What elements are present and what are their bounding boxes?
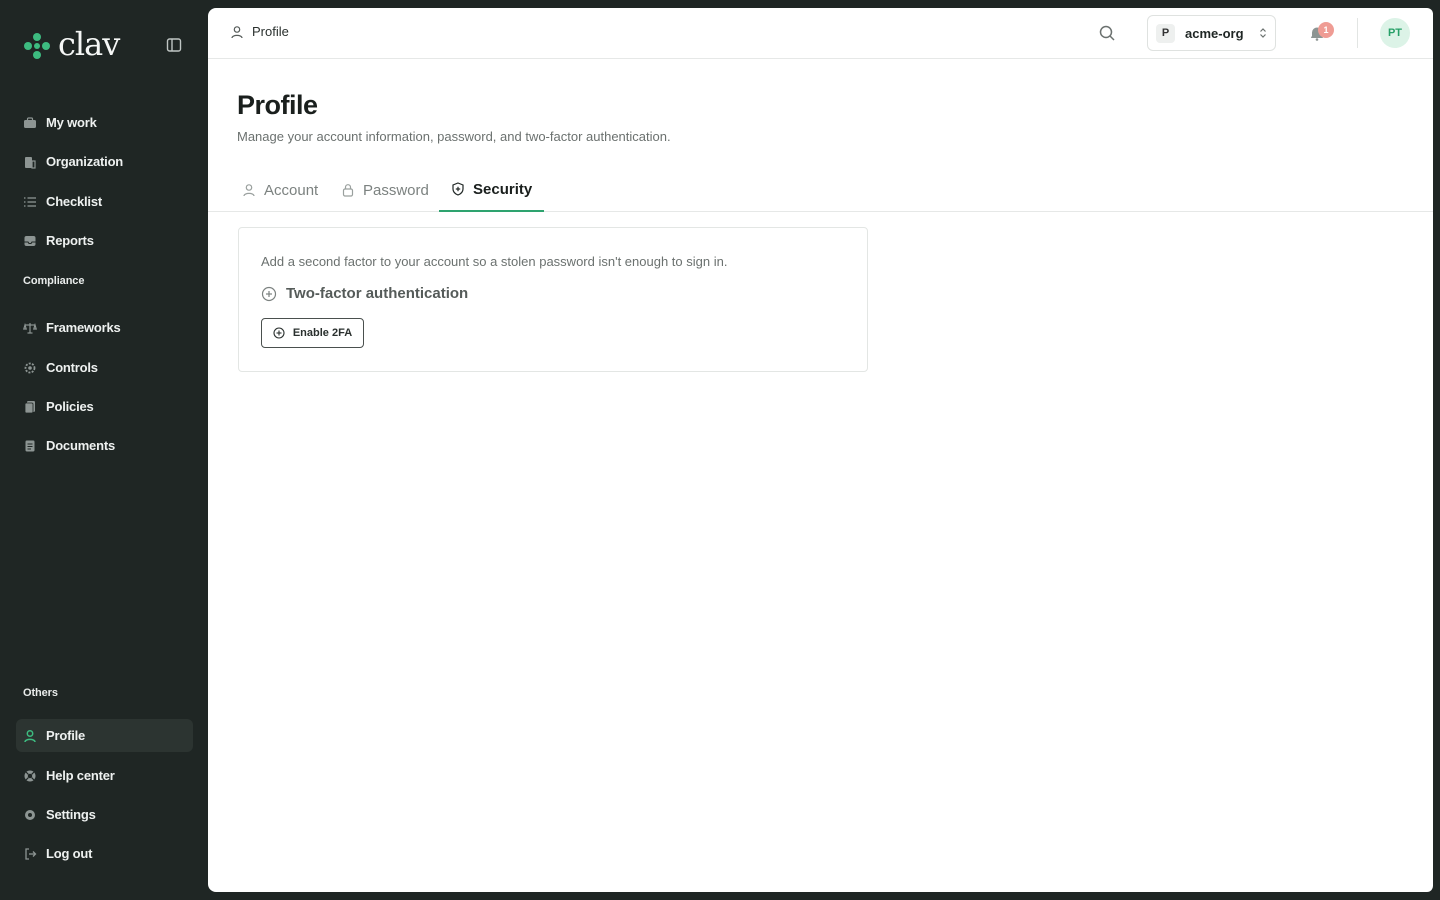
top-bar: Profile P acme-org 1 PT	[208, 8, 1433, 59]
tab-label: Account	[264, 181, 319, 199]
logout-icon	[23, 847, 37, 861]
org-switcher[interactable]: P acme-org	[1147, 15, 1276, 51]
two-factor-heading-label: Two-factor authentication	[286, 285, 469, 302]
sidebar-item-log-out[interactable]: Log out	[16, 837, 193, 870]
sidebar-item-help-center[interactable]: Help center	[16, 759, 193, 792]
files-icon	[23, 400, 37, 414]
sidebar-item-documents[interactable]: Documents	[16, 429, 193, 462]
user-icon	[23, 729, 37, 743]
enable-2fa-button[interactable]: Enable 2FA	[261, 318, 364, 348]
notification-count-badge: 1	[1318, 22, 1334, 38]
chevron-up-down-icon	[1260, 28, 1266, 38]
brand-name: clav	[58, 25, 120, 63]
sidebar-item-profile[interactable]: Profile	[16, 719, 193, 752]
briefcase-icon	[23, 116, 37, 130]
sidebar: clav My work Organization Checklist Repo…	[0, 0, 208, 900]
shield-plus-icon	[261, 286, 277, 302]
tab-label: Password	[363, 181, 429, 199]
breadcrumb-label: Profile	[252, 24, 289, 39]
breadcrumb[interactable]: Profile	[230, 24, 289, 39]
section-label-others: Others	[23, 687, 58, 699]
sidebar-item-settings[interactable]: Settings	[16, 798, 193, 831]
sidebar-item-label: Documents	[46, 438, 115, 453]
inbox-icon	[23, 234, 37, 248]
tab-security[interactable]: Security	[439, 168, 545, 212]
tab-account[interactable]: Account	[230, 168, 330, 212]
tab-label: Security	[473, 180, 533, 198]
sidebar-item-label: Settings	[46, 807, 96, 822]
sidebar-item-policies[interactable]: Policies	[16, 390, 193, 423]
sidebar-item-organization[interactable]: Organization	[16, 145, 193, 178]
sidebar-collapse-icon[interactable]	[165, 36, 183, 54]
cog-icon	[23, 361, 37, 375]
sidebar-item-controls[interactable]: Controls	[16, 351, 193, 384]
logo-mark-icon	[24, 33, 50, 59]
tab-password[interactable]: Password	[329, 168, 441, 212]
avatar[interactable]: PT	[1380, 18, 1410, 48]
search-icon[interactable]	[1098, 24, 1116, 42]
divider	[1357, 18, 1358, 48]
user-icon	[242, 183, 256, 197]
sidebar-item-frameworks[interactable]: Frameworks	[16, 311, 193, 344]
main-panel: Profile P acme-org 1 PT Profile Manage y…	[208, 8, 1433, 892]
user-icon	[231, 25, 243, 38]
two-factor-heading: Two-factor authentication	[261, 285, 468, 302]
page-subtitle: Manage your account information, passwor…	[237, 129, 671, 144]
document-icon	[23, 439, 37, 453]
sidebar-item-checklist[interactable]: Checklist	[16, 185, 193, 218]
sidebar-item-label: Controls	[46, 360, 98, 375]
plus-circle-icon	[273, 327, 285, 339]
sidebar-item-label: Profile	[46, 728, 86, 743]
sidebar-item-label: My work	[46, 115, 97, 130]
brand-logo[interactable]: clav	[22, 25, 120, 64]
org-badge: P	[1156, 23, 1175, 43]
list-icon	[23, 195, 37, 209]
org-name: acme-org	[1185, 25, 1244, 41]
profile-tabs: Account Password Security	[208, 168, 1433, 212]
sidebar-item-label: Help center	[46, 768, 115, 783]
scale-icon	[23, 321, 37, 335]
two-factor-description: Add a second factor to your account so a…	[261, 254, 728, 269]
shield-plus-icon	[451, 182, 465, 196]
lifebuoy-icon	[23, 769, 37, 783]
building-icon	[23, 155, 37, 169]
gear-icon	[23, 808, 37, 822]
two-factor-card: Add a second factor to your account so a…	[238, 227, 868, 372]
sidebar-item-label: Checklist	[46, 194, 103, 209]
sidebar-item-reports[interactable]: Reports	[16, 224, 193, 257]
lock-icon	[341, 183, 355, 197]
sidebar-item-label: Organization	[46, 154, 124, 169]
sidebar-item-label: Reports	[46, 233, 94, 248]
enable-2fa-label: Enable 2FA	[292, 327, 353, 339]
sidebar-item-label: Log out	[46, 846, 93, 861]
sidebar-item-my-work[interactable]: My work	[16, 106, 193, 139]
section-label-compliance: Compliance	[23, 275, 85, 287]
sidebar-item-label: Policies	[46, 399, 94, 414]
sidebar-item-label: Frameworks	[46, 320, 121, 335]
page-title: Profile	[237, 90, 318, 120]
